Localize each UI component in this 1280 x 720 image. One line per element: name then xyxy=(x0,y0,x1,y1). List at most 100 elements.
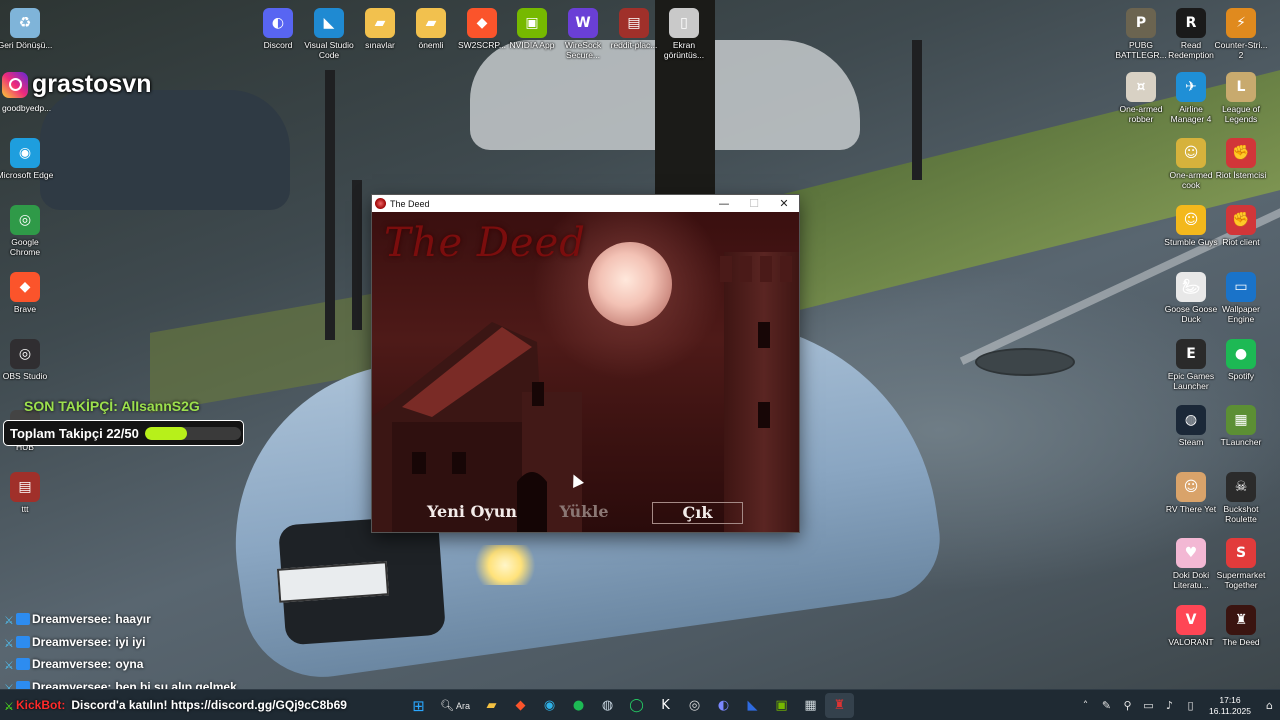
desktop-shortcut-label: Brave xyxy=(13,304,37,314)
desktop-shortcut[interactable]: ▰ sınavlar xyxy=(351,8,409,50)
desktop-shortcut[interactable]: ▭ Wallpaper Engine xyxy=(1212,272,1270,324)
file-icon: ▯ xyxy=(669,8,699,38)
desktop-shortcut[interactable]: ♜ The Deed xyxy=(1212,605,1270,647)
the-deed-icon[interactable]: ♜ xyxy=(825,693,854,718)
kick-icon: ⚔ xyxy=(4,700,14,713)
riot-icon: ✊ xyxy=(1226,138,1256,168)
kickbot-line: ⚔ KickBot: Discord'a katılın! https://di… xyxy=(4,698,347,713)
chat-line: ⚔ Dreamversee: haayır xyxy=(4,608,237,631)
desktop-shortcut[interactable]: ✊ Riot İstemcisi xyxy=(1212,138,1270,180)
moon-art xyxy=(588,242,672,326)
wallpaper-headlight xyxy=(470,545,540,585)
game-canvas[interactable]: The Deed Yeni Oyun Yükle Çık xyxy=(372,212,799,532)
desktop-shortcut[interactable]: ⚡ Counter-Stri... 2 xyxy=(1212,8,1270,60)
clock[interactable]: 17:16 16.11.2025 xyxy=(1201,695,1259,717)
desktop-shortcut[interactable]: S Supermarket Together xyxy=(1212,538,1270,590)
search-label: Ara xyxy=(455,700,470,711)
desktop-shortcut[interactable]: ◎ OBS Studio xyxy=(0,339,54,381)
speaker-icon[interactable]: ♪ xyxy=(1159,699,1180,712)
desktop-shortcut-label: Google Chrome xyxy=(9,237,41,257)
goose-icon: 🦢︎ xyxy=(1176,272,1206,302)
desktop-shortcut-label: The Deed xyxy=(1222,637,1260,647)
edge-icon[interactable]: ◉ xyxy=(535,693,564,718)
notification-bell-icon[interactable]: ⌂ xyxy=(1259,699,1280,712)
follower-progress-fill xyxy=(144,426,188,440)
desktop-shortcut[interactable]: ◣ Visual Studio Code xyxy=(300,8,358,60)
search-button[interactable]: 🔍︎ Ara xyxy=(433,693,477,718)
desktop-shortcut-label: OBS Studio xyxy=(2,371,48,381)
desktop-shortcut[interactable]: ▯ Ekran görüntüs... xyxy=(655,8,713,60)
network-icon[interactable]: ▭ xyxy=(1138,699,1159,712)
new-game-button[interactable]: Yeni Oyun xyxy=(422,502,522,522)
wallpaper-pole xyxy=(325,70,335,340)
minimize-button[interactable]: — xyxy=(709,195,739,212)
vscode-icon: ◣ xyxy=(314,8,344,38)
steam-icon[interactable]: ◍ xyxy=(593,693,622,718)
battery-icon[interactable]: ▯ xyxy=(1180,699,1201,712)
chevron-up-icon[interactable]: ˄ xyxy=(1075,699,1096,712)
spotify-icon[interactable]: ● xyxy=(564,693,593,718)
nvidia-icon[interactable]: ▣ xyxy=(767,693,796,718)
desktop-shortcut[interactable]: ☠ Buckshot Roulette xyxy=(1212,472,1270,524)
desktop-shortcut[interactable]: ● Spotify xyxy=(1212,339,1270,381)
desktop-shortcut[interactable]: L League of Legends xyxy=(1212,72,1270,124)
desktop-shortcut-label: Supermarket Together xyxy=(1216,570,1266,590)
obs-icon: ◎ xyxy=(10,339,40,369)
wallpaper-dark-car xyxy=(40,90,290,210)
desktop-shortcut-label: Microsoft Edge xyxy=(0,170,54,180)
edge-icon: ◉ xyxy=(10,138,40,168)
desktop-shortcut-label: TLauncher xyxy=(1220,437,1262,447)
pubg-icon: P xyxy=(1126,8,1156,38)
desktop-shortcut[interactable]: ◆ Brave xyxy=(0,272,54,314)
window-titlebar[interactable]: The Deed — ☐ ✕ xyxy=(372,195,799,212)
game-window[interactable]: The Deed — ☐ ✕ The Deed Yeni Oyun Yükle … xyxy=(372,195,799,532)
lol-icon: L xyxy=(1226,72,1256,102)
start-icon[interactable]: ⊞ xyxy=(404,693,433,718)
badge-icon xyxy=(16,658,30,671)
vscode-icon[interactable]: ◣ xyxy=(738,693,767,718)
riot-icon: ✊ xyxy=(1226,205,1256,235)
desktop-shortcut-label: önemli xyxy=(418,40,444,50)
chat-username: Dreamversee: xyxy=(32,612,112,627)
desktop-shortcut[interactable]: W WireSock Secure... xyxy=(554,8,612,60)
castle-battlement-art xyxy=(720,256,799,282)
folder-icon: ▰ xyxy=(416,8,446,38)
spotify-icon: ● xyxy=(1226,339,1256,369)
close-button[interactable]: ✕ xyxy=(769,195,799,212)
desktop-shortcut[interactable]: ◉ Microsoft Edge xyxy=(0,138,54,180)
chat-message: oyna xyxy=(115,657,144,672)
one-armed-robber-icon: ¤ xyxy=(1126,72,1156,102)
desktop-shortcut[interactable]: ▰ önemli xyxy=(402,8,460,50)
quit-button[interactable]: Çık xyxy=(652,502,743,524)
desktop-shortcut-label: sınavlar xyxy=(365,40,395,50)
maximize-button[interactable]: ☐ xyxy=(739,195,769,212)
folder-icon: ▰ xyxy=(365,8,395,38)
desktop-shortcut[interactable]: ◐ Discord xyxy=(249,8,307,50)
load-button[interactable]: Yükle xyxy=(544,502,624,522)
pen-icon[interactable]: ✎ xyxy=(1096,699,1117,712)
whatsapp-icon[interactable]: ◯ xyxy=(622,693,651,718)
kick-icon[interactable]: K xyxy=(651,693,680,718)
desktop-shortcut-label: Visual Studio Code xyxy=(304,40,354,60)
buckshot-icon: ☠ xyxy=(1226,472,1256,502)
calculator-icon[interactable]: ▦ xyxy=(796,693,825,718)
desktop-shortcut[interactable]: ◎ Google Chrome xyxy=(0,205,54,257)
supermarket-icon: S xyxy=(1226,538,1256,568)
chat-username: Dreamversee: xyxy=(32,657,112,672)
desktop-shortcut[interactable]: ▦ TLauncher xyxy=(1212,405,1270,447)
discord-icon[interactable]: ◐ xyxy=(709,693,738,718)
wallpaper-pole xyxy=(352,180,362,330)
rv-icon: ☺ xyxy=(1176,472,1206,502)
file-explorer-icon[interactable]: ▰ xyxy=(477,693,506,718)
brave-icon[interactable]: ◆ xyxy=(506,693,535,718)
obs-icon[interactable]: ◎ xyxy=(680,693,709,718)
desktop-shortcut[interactable]: ▣ NVIDIA App xyxy=(503,8,561,50)
tower-window-art xyxy=(758,322,770,348)
desktop-shortcut[interactable]: ▤ ttt xyxy=(0,472,54,514)
desktop-shortcut[interactable]: ♻ Geri Dönüşü... xyxy=(0,8,54,50)
instagram-subtext: goodbyedp... xyxy=(2,103,52,113)
desktop-shortcut[interactable]: ✊ Riot client xyxy=(1212,205,1270,247)
winrar-icon: ▤ xyxy=(10,472,40,502)
microphone-icon[interactable]: ⚲ xyxy=(1117,699,1138,712)
kickbot-message: Discord'a katılın! https://discord.gg/GQ… xyxy=(71,698,347,712)
